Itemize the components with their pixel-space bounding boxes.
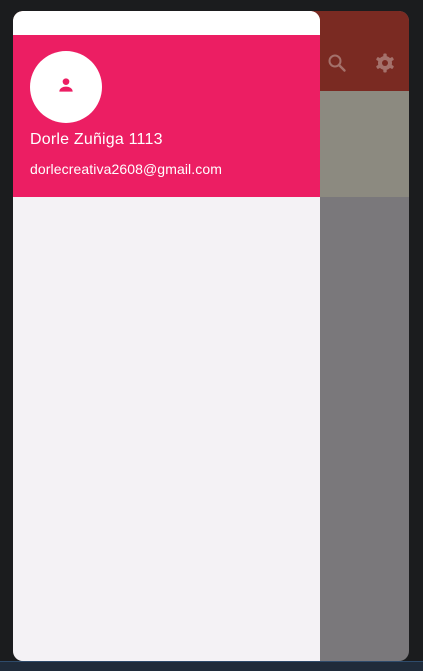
person-icon <box>56 75 76 100</box>
avatar[interactable] <box>30 51 102 123</box>
navigation-drawer: Dorle Zuñiga 1113 dorlecreativa2608@gmai… <box>13 11 320 661</box>
account-email: dorlecreativa2608@gmail.com <box>30 161 223 177</box>
settings-icon[interactable] <box>373 51 397 75</box>
search-icon[interactable] <box>325 51 349 75</box>
account-name: Dorle Zuñiga 1113 <box>30 131 163 148</box>
status-bar <box>13 11 320 35</box>
phone-screen: Dorle Zuñiga 1113 dorlecreativa2608@gmai… <box>13 11 409 661</box>
drawer-header: Dorle Zuñiga 1113 dorlecreativa2608@gmai… <box>13 35 320 197</box>
